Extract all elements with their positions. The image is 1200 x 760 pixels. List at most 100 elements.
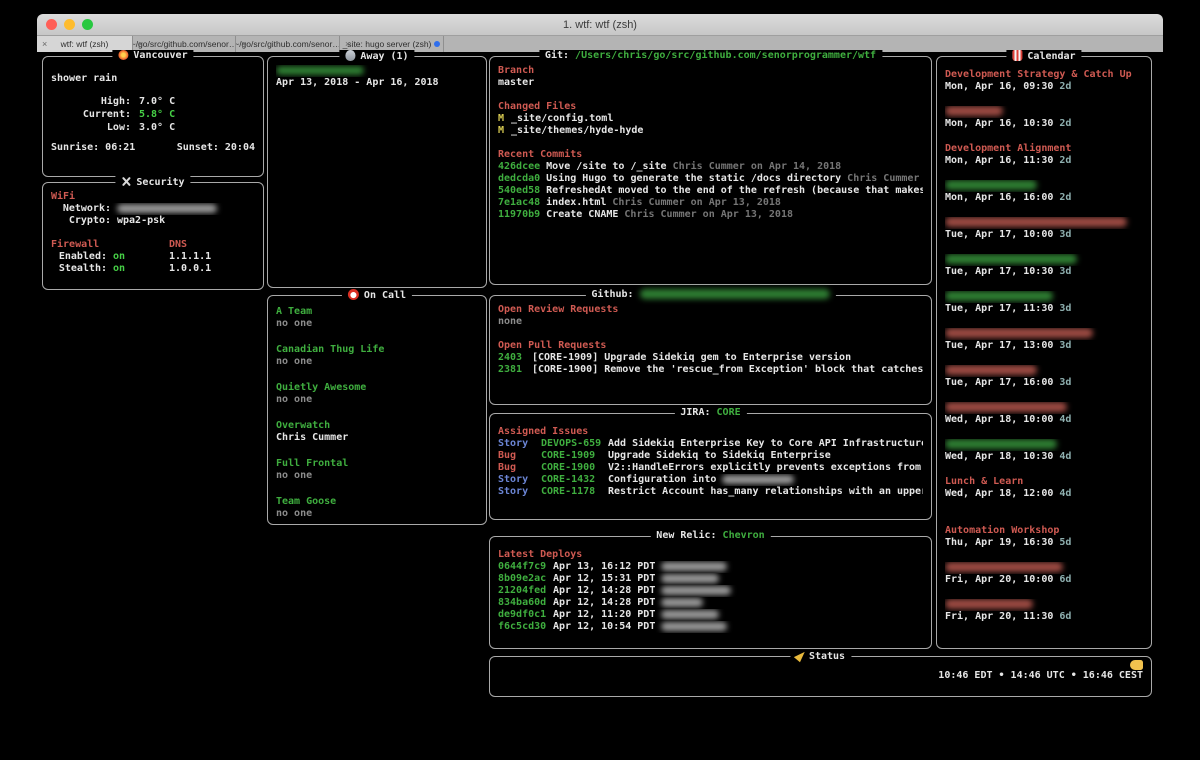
commit-message: RefreshedAt moved to the end of the refr… [546, 185, 923, 196]
calendar-event: Automation Workshop Thu, Apr 19, 16:305d [945, 525, 1143, 549]
assigned-issues-header: Assigned Issues [498, 426, 923, 438]
weather-high-label: High: [51, 95, 131, 108]
redacted-text [945, 291, 1053, 301]
commit-hash: 426dcee [498, 161, 540, 172]
deploy-time: Apr 13, 16:12 PDT [553, 561, 655, 572]
close-tab-icon[interactable]: × [345, 39, 350, 49]
enabled-label: Enabled: [51, 251, 107, 263]
issue-type: Story [498, 438, 541, 450]
world-clocks: 10:46 EDT • 14:46 UTC • 16:46 CEST [938, 670, 1143, 682]
issue-row: StoryCORE-1178Restrict Account has_many … [498, 486, 923, 498]
branch-name: master [498, 77, 923, 89]
latest-deploys-header: Latest Deploys [498, 549, 923, 561]
event-date: Wed, Apr 18, 12:00 [945, 488, 1053, 499]
commit-hash: 11970b9 [498, 209, 540, 220]
event-days-until: 4d [1059, 451, 1071, 462]
redacted-text [945, 254, 1077, 264]
oncall-team: Overwatch Chris Cummer [276, 420, 478, 444]
close-tab-icon[interactable]: × [138, 39, 143, 49]
commit-message: Create CNAME [546, 209, 618, 220]
weather-sunset: Sunset: 20:04 [177, 142, 255, 154]
redacted-text [661, 562, 727, 571]
pull-request-row: 2403[CORE-1909] Upgrade Sidekiq gem to E… [498, 352, 923, 364]
window-titlebar[interactable]: 1. wtf: wtf (zsh) [37, 14, 1163, 36]
weather-condition: shower rain [51, 73, 255, 85]
tab-go-src-2[interactable]: × ~/go/src/github.com/senor… [236, 36, 340, 52]
event-date: Mon, Apr 16, 10:30 [945, 118, 1053, 129]
commit-meta: Chris Cummer [847, 173, 919, 184]
team-member: no one [276, 394, 478, 406]
deploy-row: f6c5cd30Apr 12, 10:54 PDT [498, 621, 923, 633]
issue-id: CORE-1432 [541, 474, 608, 486]
widget-oncall: On Call A Team no one Canadian Thug Life… [267, 295, 487, 525]
commit-meta: Chris Cummer on Apr 13, 2018 [624, 209, 793, 220]
tab-label: _site: hugo server (zsh) [343, 39, 432, 49]
event-days-until: 3d [1059, 266, 1071, 277]
widget-status: Status 10:46 EDT • 14:46 UTC • 16:46 CES… [489, 656, 1152, 697]
file-status-flag: M [498, 125, 511, 137]
issue-title: Restrict Account has_many relationships … [608, 486, 923, 497]
commit-hash: 7e1ac48 [498, 197, 540, 208]
deploy-hash: 834ba60d [498, 597, 553, 609]
redacted-text [945, 180, 1037, 190]
file-path: _site/themes/hyde-hyde [511, 125, 643, 136]
close-tab-icon[interactable]: × [42, 39, 47, 49]
deploy-hash: 0644f7c9 [498, 561, 553, 573]
minimize-window-button[interactable] [64, 19, 75, 30]
deploy-hash: 21204fed [498, 585, 553, 597]
deploy-time: Apr 12, 10:54 PDT [553, 621, 655, 632]
calendar-event: Mon, Apr 16, 10:302d [945, 106, 1143, 130]
tab-label: ~/go/src/github.com/senor… [133, 39, 236, 49]
deploy-time: Apr 12, 14:28 PDT [553, 597, 655, 608]
event-days-until: 4d [1059, 414, 1071, 425]
tab-label: ~/go/src/github.com/senor… [236, 39, 340, 49]
deploy-time: Apr 12, 11:20 PDT [553, 609, 655, 620]
calendar-event: Wed, Apr 18, 10:00 4d [945, 402, 1143, 426]
team-name: Team Goose [276, 496, 478, 508]
weather-high-value: 7.0° C [139, 96, 175, 107]
close-window-button[interactable] [46, 19, 57, 30]
event-date: Mon, Apr 16, 16:00 [945, 192, 1053, 203]
event-days-until: 2d [1059, 81, 1071, 92]
window-title: 1. wtf: wtf (zsh) [37, 19, 1163, 31]
redacted-text [722, 475, 794, 484]
deploy-hash: de9df0c1 [498, 609, 553, 621]
event-date: Wed, Apr 18, 10:00 [945, 414, 1053, 425]
commit-meta: Chris Cummer on Apr 13, 2018 [612, 197, 781, 208]
commit-row: 11970b9 Create CNAME Chris Cummer on Apr 1… [498, 209, 923, 221]
issue-title: Configuration into [608, 474, 716, 485]
calendar-event: Wed, Apr 18, 10:304d [945, 439, 1143, 463]
weather-current-label: Current: [51, 108, 131, 121]
commit-row: 540ed58RefreshedAt moved to the end of t… [498, 185, 923, 197]
issue-id: CORE-1909 [541, 450, 608, 462]
pull-request-row: 2381[CORE-1900] Remove the 'rescue_from … [498, 364, 923, 376]
issue-row: BugCORE-1909Upgrade Sidekiq to Sidekiq E… [498, 450, 923, 462]
event-days-until: 3d [1059, 377, 1071, 388]
redacted-text [945, 106, 1003, 116]
widget-github: Github: Open Review Requests none Open P… [489, 295, 932, 405]
redacted-text [661, 586, 731, 595]
team-name: Quietly Awesome [276, 382, 478, 394]
pr-number: 2403 [498, 352, 532, 364]
close-tab-icon[interactable]: × [241, 39, 246, 49]
issue-id: CORE-1178 [541, 486, 608, 498]
deploy-hash: f6c5cd30 [498, 621, 553, 633]
team-member: Chris Cummer [276, 432, 478, 444]
calendar-event: Tue, Apr 17, 11:303d [945, 291, 1143, 315]
calendar-event: Fri, Apr 20, 10:006d [945, 562, 1143, 586]
calendar-event: Tue, Apr 17, 10:003d [945, 217, 1143, 241]
event-date: Fri, Apr 20, 11:30 [945, 611, 1053, 622]
enabled-value: on [113, 251, 125, 262]
calendar-event: Tue, Apr 17, 13:003d [945, 328, 1143, 352]
event-days-until: 4d [1059, 488, 1071, 499]
redacted-text [661, 574, 719, 583]
commit-message: Move /site to /_site [546, 161, 666, 172]
redacted-text [661, 598, 703, 607]
widget-weather: Vancouver shower rain High:7.0° C Curren… [42, 56, 264, 177]
event-days-until: 3d [1059, 340, 1071, 351]
event-date: Mon, Apr 16, 11:30 [945, 155, 1053, 166]
zoom-window-button[interactable] [82, 19, 93, 30]
calendar-event: Fri, Apr 20, 11:306d [945, 599, 1143, 623]
review-requests-header: Open Review Requests [498, 304, 923, 316]
redacted-text [945, 217, 1127, 227]
